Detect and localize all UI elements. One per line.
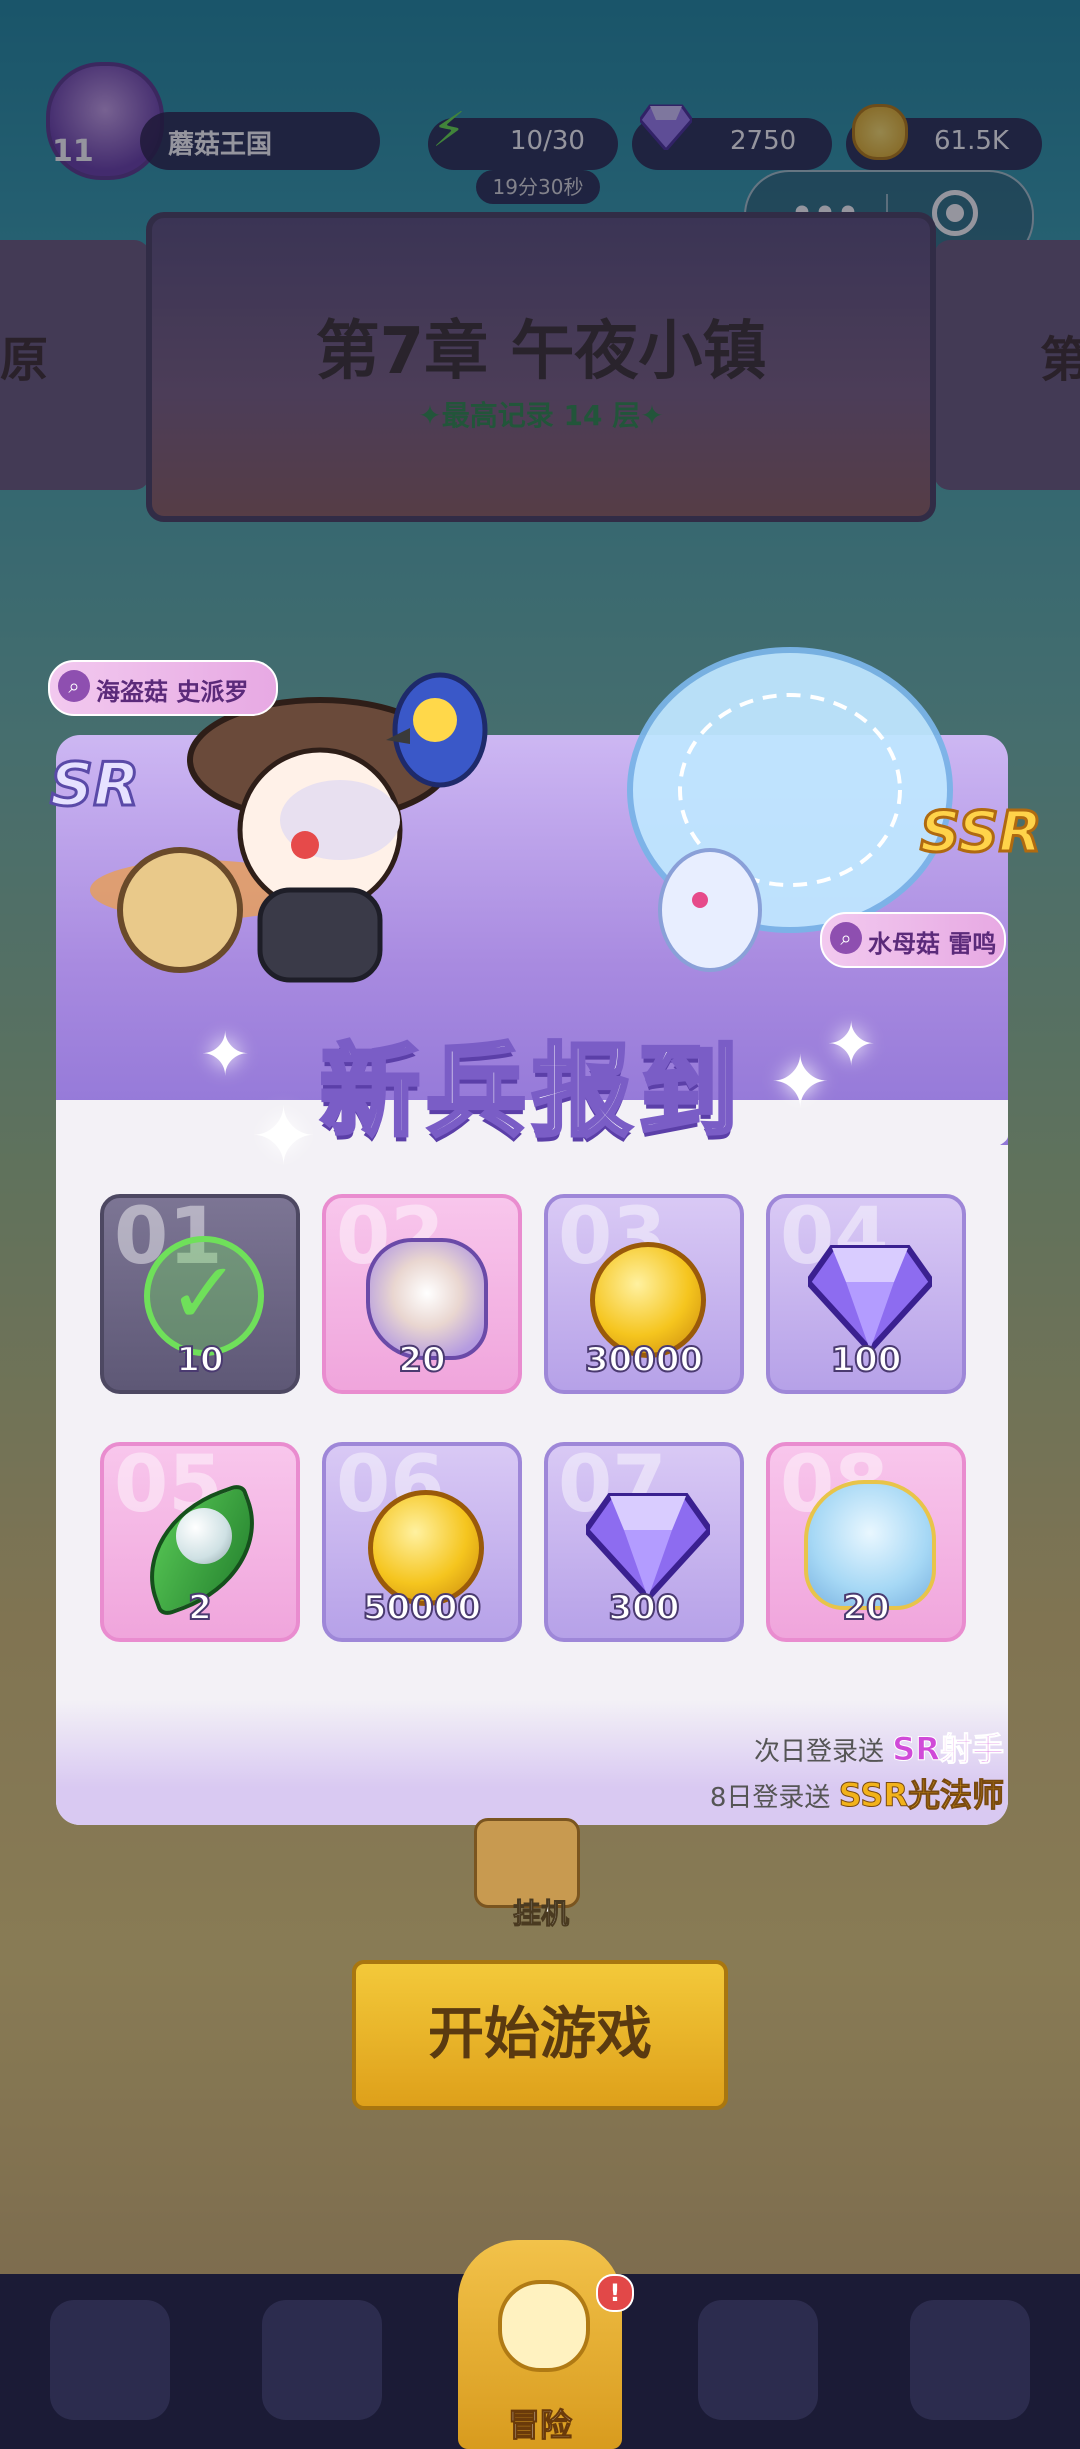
gem-icon [808, 1245, 932, 1352]
hero-name-left: 海盗菇 史派罗 [96, 678, 249, 706]
promo-next-day-text: 次日登录送 [754, 1737, 885, 1767]
rarity-tag-sr: SR [48, 749, 140, 822]
reward-quantity: 10 [175, 1339, 224, 1381]
promo-day8-reward: SSR光法师 [838, 1776, 1004, 1815]
pearl-icon [176, 1508, 232, 1564]
promo-day8: 8日登录送 SSR光法师 [620, 1770, 1005, 1816]
sparkle-icon: ✦ [770, 1040, 831, 1124]
reward-day-07[interactable]: 07 300 [544, 1442, 744, 1642]
magnify-icon: ⌕ [830, 922, 862, 954]
nav-guild-tab[interactable] [910, 2300, 1030, 2420]
reward-day-03[interactable]: 03 30000 [544, 1194, 744, 1394]
reward-quantity: 20 [841, 1587, 890, 1629]
reward-day-05[interactable]: 05 2 [100, 1442, 300, 1642]
reward-day-08[interactable]: 08 20 [766, 1442, 966, 1642]
nav-base-tab[interactable] [698, 2300, 818, 2420]
sparkle-icon: ✦ [250, 1090, 318, 1183]
gem-icon [586, 1493, 710, 1600]
reward-quantity: 20 [397, 1339, 446, 1381]
sparkle-icon: ✦ [200, 1020, 251, 1090]
start-game-button[interactable]: 开始游戏 [352, 1960, 728, 2110]
reward-day-04[interactable]: 04 100 [766, 1194, 966, 1394]
reward-quantity: 30000 [584, 1339, 704, 1381]
promo-next-day: 次日登录送 SR射手 [700, 1724, 1004, 1770]
sparkle-icon: ✦ [826, 1010, 877, 1080]
reward-quantity: 100 [830, 1339, 903, 1381]
rarity-tag-ssr: SSR [919, 799, 1044, 867]
compass-map-icon [498, 2280, 590, 2372]
reward-quantity: 300 [608, 1587, 681, 1629]
nav-heroes-tab[interactable] [262, 2300, 382, 2420]
idle-label: 挂机 [512, 1897, 569, 1931]
nav-cards-tab[interactable] [50, 2300, 170, 2420]
magnify-icon: ⌕ [58, 670, 90, 702]
reward-quantity: 2 [187, 1587, 213, 1629]
notification-badge: ! [596, 2274, 634, 2312]
checkmark-icon: ✓ [168, 1244, 241, 1344]
reward-day-06[interactable]: 06 50000 [322, 1442, 522, 1642]
reward-quantity: 50000 [362, 1587, 482, 1629]
hero-name-right: 水母菇 雷鸣 [868, 930, 997, 958]
reward-day-02[interactable]: 02 20 [322, 1194, 522, 1394]
reward-day-01[interactable]: 01 ✓ 10 [100, 1194, 300, 1394]
promo-next-day-reward: SR射手 [892, 1730, 1005, 1769]
promo-day8-text: 8日登录送 [709, 1783, 831, 1813]
nav-adventure-label: 冒险 [507, 2406, 572, 2445]
